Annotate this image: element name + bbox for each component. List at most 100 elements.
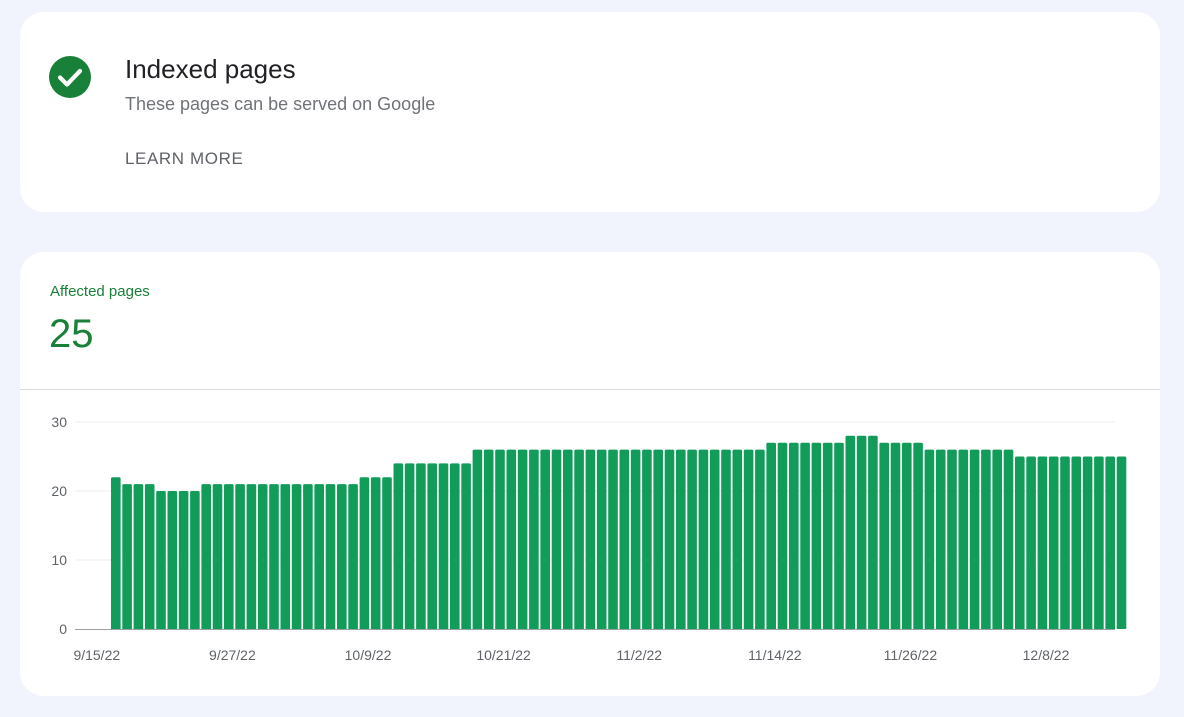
bar[interactable]	[144, 484, 155, 629]
bar[interactable]	[902, 442, 912, 629]
bar[interactable]	[856, 435, 867, 629]
bar[interactable]	[122, 484, 132, 629]
bar[interactable]	[495, 449, 505, 629]
bar[interactable]	[438, 463, 449, 629]
bar[interactable]	[1116, 456, 1127, 630]
bar[interactable]	[981, 449, 991, 629]
bar[interactable]	[1060, 456, 1070, 630]
bar[interactable]	[427, 463, 437, 629]
bar[interactable]	[1015, 456, 1025, 630]
x-tick-label: 11/14/22	[748, 647, 802, 663]
bar[interactable]	[868, 435, 878, 629]
metric-value: 25	[49, 312, 94, 356]
bar[interactable]	[1037, 456, 1048, 630]
bar[interactable]	[1071, 456, 1082, 630]
bar[interactable]	[777, 442, 788, 629]
bar[interactable]	[291, 484, 302, 629]
bar[interactable]	[382, 477, 392, 629]
bar[interactable]	[393, 463, 404, 629]
bar[interactable]	[924, 449, 935, 629]
check-circle-icon	[49, 56, 91, 98]
bar[interactable]	[619, 449, 630, 629]
bar[interactable]	[879, 442, 889, 629]
bar[interactable]	[370, 477, 381, 629]
bar[interactable]	[935, 449, 946, 629]
bar[interactable]	[709, 449, 720, 629]
bar[interactable]	[721, 449, 731, 629]
bar[interactable]	[563, 449, 573, 629]
bar[interactable]	[483, 449, 494, 629]
bar[interactable]	[111, 477, 121, 629]
bar[interactable]	[1048, 456, 1059, 630]
bar[interactable]	[450, 463, 460, 629]
bar[interactable]	[630, 449, 641, 629]
bar[interactable]	[642, 449, 652, 629]
bar[interactable]	[1094, 456, 1104, 630]
bar[interactable]	[653, 449, 663, 629]
bar[interactable]	[348, 484, 358, 629]
bar[interactable]	[461, 463, 471, 629]
bar[interactable]	[133, 484, 144, 629]
bar[interactable]	[472, 449, 483, 629]
bar[interactable]	[789, 442, 799, 629]
bar[interactable]	[969, 449, 980, 629]
bar[interactable]	[800, 442, 810, 629]
bar[interactable]	[506, 449, 517, 629]
bar[interactable]	[224, 484, 234, 629]
bar[interactable]	[608, 449, 618, 629]
bar[interactable]	[167, 491, 178, 629]
bar[interactable]	[676, 449, 686, 629]
bar[interactable]	[269, 484, 279, 629]
bar[interactable]	[246, 484, 257, 629]
bar[interactable]	[1003, 449, 1014, 629]
bar[interactable]	[359, 477, 370, 629]
y-tick-label: 30	[51, 414, 67, 430]
bar[interactable]	[1082, 456, 1093, 630]
bar[interactable]	[404, 463, 415, 629]
bar[interactable]	[257, 484, 268, 629]
bar[interactable]	[529, 449, 539, 629]
bar[interactable]	[845, 435, 856, 629]
affected-pages-card: Affected pages 25 0 10 20 30 9/15/22 9/27/22 1…	[20, 252, 1160, 696]
bar[interactable]	[235, 484, 245, 629]
bar[interactable]	[337, 484, 347, 629]
bar[interactable]	[178, 491, 189, 629]
bar[interactable]	[698, 449, 709, 629]
bar[interactable]	[303, 484, 313, 629]
x-tick-label: 11/26/22	[884, 647, 938, 663]
bar[interactable]	[992, 449, 1002, 629]
bar[interactable]	[551, 449, 562, 629]
bar[interactable]	[314, 484, 324, 629]
bar[interactable]	[517, 449, 528, 629]
status-title: Indexed pages	[125, 54, 296, 84]
bar[interactable]	[913, 442, 923, 629]
bar[interactable]	[766, 442, 776, 629]
bar[interactable]	[822, 442, 833, 629]
bar[interactable]	[732, 449, 743, 629]
bar[interactable]	[890, 442, 901, 629]
bar[interactable]	[540, 449, 550, 629]
bar[interactable]	[156, 491, 166, 629]
bar[interactable]	[755, 449, 765, 629]
bar[interactable]	[325, 484, 336, 629]
learn-more-link[interactable]: LEARN MORE	[125, 149, 243, 169]
bar[interactable]	[811, 442, 822, 629]
bar[interactable]	[190, 491, 200, 629]
bar[interactable]	[664, 449, 675, 629]
bar[interactable]	[1105, 456, 1115, 630]
bar[interactable]	[834, 442, 844, 629]
x-tick-label: 10/21/22	[476, 647, 531, 663]
bar[interactable]	[947, 449, 957, 629]
bar[interactable]	[1026, 456, 1036, 630]
bar[interactable]	[958, 449, 969, 629]
bar[interactable]	[212, 484, 223, 629]
bar[interactable]	[585, 449, 596, 629]
bar[interactable]	[596, 449, 607, 629]
bar[interactable]	[201, 484, 211, 629]
bar[interactable]	[743, 449, 754, 629]
bar[interactable]	[416, 463, 426, 629]
y-tick-label: 0	[59, 621, 67, 637]
bar[interactable]	[574, 449, 584, 629]
bar[interactable]	[280, 484, 291, 629]
bar[interactable]	[687, 449, 697, 629]
